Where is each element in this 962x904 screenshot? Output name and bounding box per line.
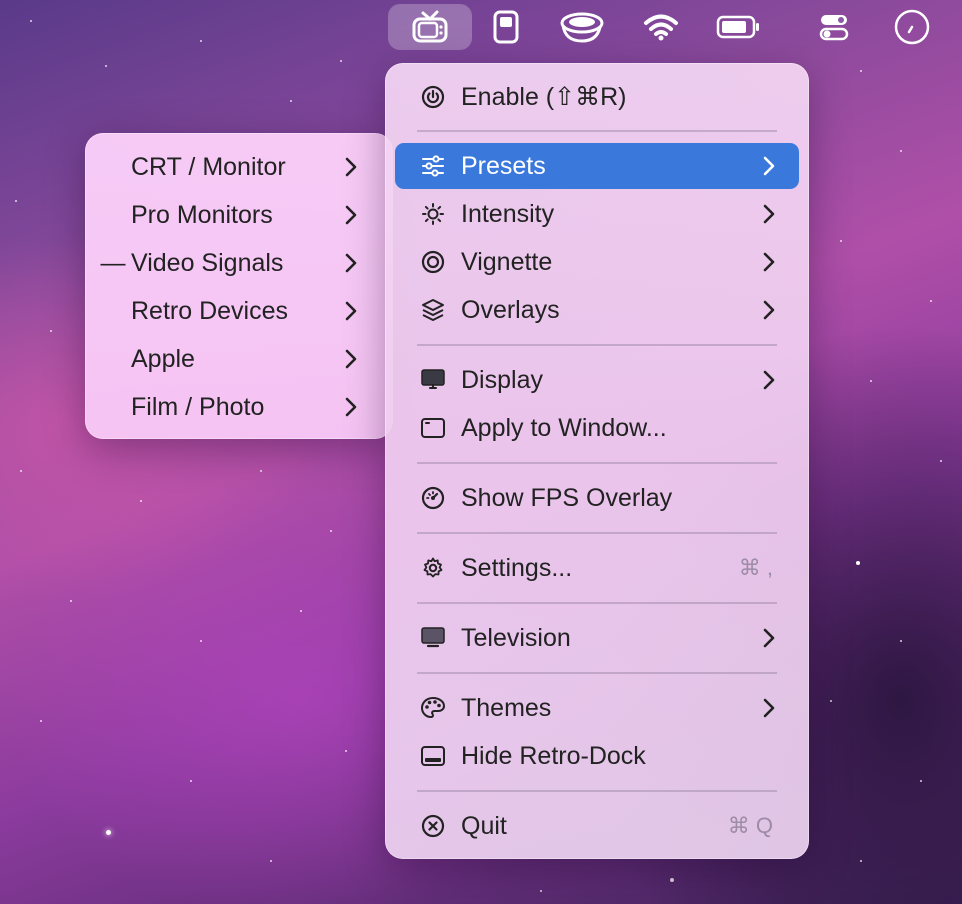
menu-item-television[interactable]: Television (395, 615, 799, 661)
menu-item-intensity[interactable]: Intensity (395, 191, 799, 237)
menu-item-apply-to-window[interactable]: Apply to Window... (395, 405, 799, 451)
chevron-right-icon (341, 253, 361, 273)
keyboard-shortcut: ⌘ , (738, 555, 773, 580)
submenu-item-crt-monitor[interactable]: CRT / Monitor (95, 144, 383, 190)
menu-item-display[interactable]: Display (395, 357, 799, 403)
power-icon (419, 83, 447, 111)
retro-app-menu: Enable (⇧⌘R) Presets Intensity Vignette … (385, 63, 809, 859)
menu-item-label: Quit (461, 811, 507, 840)
clock-icon[interactable] (890, 4, 934, 50)
menu-item-label: Themes (461, 693, 552, 722)
menu-item-presets[interactable]: Presets (395, 143, 799, 189)
chevron-right-icon (341, 205, 361, 225)
palette-icon (419, 694, 447, 722)
chevron-right-icon (341, 397, 361, 417)
divider (417, 344, 777, 346)
gear-icon (419, 554, 447, 582)
divider (417, 532, 777, 534)
menu-bar (380, 0, 962, 52)
chevron-right-icon (759, 698, 779, 718)
submenu-item-apple[interactable]: Apple (95, 336, 383, 382)
menu-item-vignette[interactable]: Vignette (395, 239, 799, 285)
submenu-item-film-photo[interactable]: Film / Photo (95, 384, 383, 430)
submenu-item-label: CRT / Monitor (131, 152, 286, 181)
menu-item-label: Enable (⇧⌘R) (461, 83, 627, 111)
sun-icon (419, 200, 447, 228)
monitor-icon (419, 366, 447, 394)
close-circle-icon (419, 812, 447, 840)
menu-item-label: Intensity (461, 199, 555, 228)
menu-item-label: Presets (461, 151, 546, 180)
submenu-item-retro-devices[interactable]: Retro Devices (95, 288, 383, 334)
submenu-item-video-signals[interactable]: — Video Signals (95, 240, 383, 286)
menu-item-label: Overlays (461, 295, 560, 324)
keyboard-shortcut: ⌘ Q (727, 813, 773, 838)
chevron-right-icon (341, 157, 361, 177)
menu-item-themes[interactable]: Themes (395, 685, 799, 731)
menu-item-label: Settings... (461, 553, 573, 582)
divider (417, 462, 777, 464)
menu-item-settings[interactable]: Settings... ⌘ , (395, 545, 799, 591)
menu-item-label: Television (461, 623, 571, 652)
chevron-right-icon (759, 252, 779, 272)
menu-item-label: Show FPS Overlay (461, 483, 673, 512)
divider (417, 130, 777, 132)
chevron-right-icon (341, 301, 361, 321)
retro-tv-icon[interactable] (388, 4, 472, 50)
submenu-item-label: Pro Monitors (131, 200, 273, 229)
target-icon (419, 248, 447, 276)
submenu-item-label: Film / Photo (131, 392, 265, 421)
selection-mark: — (100, 248, 126, 277)
submenu-item-label: Retro Devices (131, 296, 288, 325)
chevron-right-icon (759, 300, 779, 320)
menu-item-show-fps-overlay[interactable]: Show FPS Overlay (395, 475, 799, 521)
battery-icon[interactable] (714, 4, 764, 50)
menu-item-label: Vignette (461, 247, 553, 276)
menu-item-enable[interactable]: Enable (⇧⌘R) (395, 74, 799, 120)
submenu-item-label: Apple (131, 344, 195, 373)
tv-icon (419, 624, 447, 652)
chevron-right-icon (759, 370, 779, 390)
wifi-icon[interactable] (638, 4, 684, 50)
chevron-right-icon (759, 204, 779, 224)
chevron-right-icon (759, 628, 779, 648)
divider (417, 790, 777, 792)
menu-item-hide-retro-dock[interactable]: Hide Retro-Dock (395, 733, 799, 779)
chevron-right-icon (759, 156, 779, 176)
submenu-item-pro-monitors[interactable]: Pro Monitors (95, 192, 383, 238)
control-center-icon[interactable] (814, 4, 854, 50)
coffee-cup-icon[interactable] (556, 4, 608, 50)
menu-item-label: Hide Retro-Dock (461, 741, 646, 770)
menu-item-quit[interactable]: Quit ⌘ Q (395, 803, 799, 849)
submenu-item-label: Video Signals (131, 248, 284, 277)
divider (417, 602, 777, 604)
menu-item-label: Display (461, 365, 543, 394)
presets-submenu: CRT / Monitor Pro Monitors — Video Signa… (85, 133, 393, 439)
sliders-icon (419, 152, 447, 180)
chevron-right-icon (341, 349, 361, 369)
menu-item-label: Apply to Window... (461, 413, 667, 442)
phone-icon[interactable] (485, 4, 527, 50)
speedometer-icon (419, 484, 447, 512)
dock-icon (419, 742, 447, 770)
window-icon (419, 414, 447, 442)
divider (417, 672, 777, 674)
menu-item-overlays[interactable]: Overlays (395, 287, 799, 333)
layers-icon (419, 296, 447, 324)
